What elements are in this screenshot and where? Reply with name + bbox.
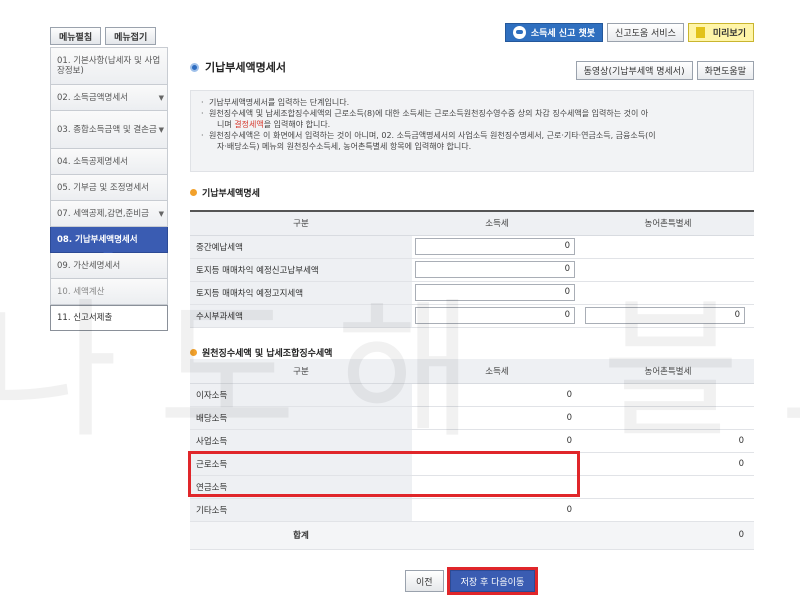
other-income-tax: 0 xyxy=(412,498,582,522)
column-header: 농어촌특별세 xyxy=(582,359,754,384)
sum-value: 0 xyxy=(582,520,754,550)
table-row: 기타소득 0 xyxy=(190,498,754,522)
business-rural-tax: 0 xyxy=(582,429,754,453)
prev-button[interactable]: 이전 xyxy=(405,570,444,592)
chevron-down-icon: ▼ xyxy=(158,125,164,134)
menu-expand-button[interactable]: 메뉴펼침 xyxy=(50,27,102,45)
column-header: 소득세 xyxy=(412,210,582,236)
row-label: 배당소득 xyxy=(190,406,412,430)
row-label: 토지등 매매차익 예정고지세액 xyxy=(190,281,412,305)
dividend-income-tax: 0 xyxy=(412,406,582,430)
table-row: 사업소득 0 0 xyxy=(190,429,754,453)
notice-line: 원천징수세액은 이 화면에서 입력하는 것이 아니며, 02. 소득금액명세서의… xyxy=(201,130,743,141)
table-row: 배당소득 0 xyxy=(190,406,754,430)
land-sale-notice-input[interactable]: 0 xyxy=(415,284,575,301)
land-sale-declared-input[interactable]: 0 xyxy=(415,261,575,278)
row-label: 수시부과세액 xyxy=(190,304,412,328)
notice-line: 기납부세액명세서를 입력하는 단계입니다. xyxy=(201,97,743,108)
notice-line-cont: 자·배당소득) 메뉴의 원천징수소득세, 농어촌특별세 항목에 입력해야 합니다… xyxy=(217,142,472,151)
chevron-down-icon: ▼ xyxy=(158,93,164,102)
table-row: 중간예납세액 0 xyxy=(190,235,754,259)
table-row: 이자소득 0 xyxy=(190,383,754,407)
notice-box: 기납부세액명세서를 입력하는 단계입니다. 원천징수세액 및 납세조합징수세액의… xyxy=(190,90,754,172)
chatbot-icon xyxy=(512,26,526,39)
sidebar-item-donations[interactable]: 05. 기부금 및 조정명세서 xyxy=(50,175,168,201)
bottom-buttons: 이전 저장 후 다음이동 xyxy=(405,570,536,592)
earned-rural-tax: 0 xyxy=(582,452,754,476)
table-row: 수시부과세액 0 0 xyxy=(190,304,754,328)
sum-row: 합계 0 xyxy=(190,520,754,550)
sidebar-controls: 메뉴펼침 메뉴접기 xyxy=(50,27,157,45)
menu-collapse-button[interactable]: 메뉴접기 xyxy=(105,27,157,45)
column-header: 구분 xyxy=(190,210,412,236)
bullet-icon xyxy=(190,62,199,72)
row-label: 이자소득 xyxy=(190,383,412,407)
table2-title: 원천징수세액 및 납세조합징수세액 xyxy=(190,346,332,359)
sidebar-item-prepaid-tax[interactable]: 08. 기납부세액명세서 xyxy=(50,227,168,257)
sidebar-item-basic-info[interactable]: 01. 기본사항(납세자 및 사업장정보) xyxy=(50,47,168,85)
sidebar-item-submit[interactable]: 11. 신고서제출 xyxy=(50,305,168,331)
notice-line: 원천징수세액 및 납세조합징수세액의 근로소득(8)에 대한 소득세는 근로소득… xyxy=(201,108,743,119)
highlight-box xyxy=(188,451,580,497)
table1-title: 기납부세액명세 xyxy=(190,186,260,199)
sidebar-item-tax-calculation[interactable]: 10. 세액계산 xyxy=(50,279,168,305)
preview-button[interactable]: 미리보기 xyxy=(687,23,754,42)
sidebar-item-penalty-tax[interactable]: 09. 가산세명세서 xyxy=(50,253,168,279)
help-service-button[interactable]: 신고도움 서비스 xyxy=(607,23,684,42)
top-toolbar: 소득세 신고 챗봇 신고도움 서비스 미리보기 xyxy=(504,23,754,42)
bullet-icon xyxy=(190,349,197,356)
row-label: 사업소득 xyxy=(190,429,412,453)
column-header: 구분 xyxy=(190,359,412,384)
chatbot-button[interactable]: 소득세 신고 챗봇 xyxy=(504,23,604,42)
prepaid-tax-table: 구분 소득세 농어촌특별세 중간예납세액 0 토지등 매매차익 예정신고납부세액… xyxy=(190,210,754,328)
column-header: 농어촌특별세 xyxy=(582,210,754,236)
interest-income-tax: 0 xyxy=(412,383,582,407)
row-label: 토지등 매매차익 예정신고납부세액 xyxy=(190,258,412,282)
sidebar-item-income-statement[interactable]: 02. 소득금액명세서 ▼ xyxy=(50,85,168,111)
sidebar: 01. 기본사항(납세자 및 사업장정보) 02. 소득금액명세서 ▼ 03. 종… xyxy=(50,47,168,331)
bullet-icon xyxy=(190,189,197,196)
table-row: 토지등 매매차익 예정고지세액 0 xyxy=(190,281,754,305)
save-next-button[interactable]: 저장 후 다음이동 xyxy=(449,570,536,592)
occasional-tax-input[interactable]: 0 xyxy=(415,307,575,324)
row-label: 중간예납세액 xyxy=(190,235,412,259)
chevron-down-icon: ▼ xyxy=(158,209,164,218)
sidebar-item-deductions[interactable]: 04. 소득공제명세서 xyxy=(50,149,168,175)
business-income-tax: 0 xyxy=(412,429,582,453)
screen-help-button[interactable]: 화면도움말 xyxy=(696,61,754,80)
notice-line-cont: 니며 결정세액을 입력해야 합니다. xyxy=(217,120,331,129)
column-header: 소득세 xyxy=(412,359,582,384)
sum-label: 합계 xyxy=(190,520,412,550)
notice-highlight: 결정세액 xyxy=(234,120,264,129)
table-row: 토지등 매매차익 예정신고납부세액 0 xyxy=(190,258,754,282)
occasional-rural-tax-input[interactable]: 0 xyxy=(585,307,745,324)
video-button[interactable]: 동영상(기납부세액 명세서) xyxy=(575,61,693,80)
page-title: 기납부세액명세서 xyxy=(190,59,286,75)
sidebar-item-comprehensive-income[interactable]: 03. 종합소득금액 및 결손금 ▼ xyxy=(50,111,168,149)
interim-prepayment-input[interactable]: 0 xyxy=(415,238,575,255)
row-label: 기타소득 xyxy=(190,498,412,522)
document-icon xyxy=(695,27,705,38)
section-buttons: 동영상(기납부세액 명세서) 화면도움말 xyxy=(575,61,754,80)
sidebar-item-tax-credits[interactable]: 07. 세액공제,감면,준비금 ▼ xyxy=(50,201,168,227)
